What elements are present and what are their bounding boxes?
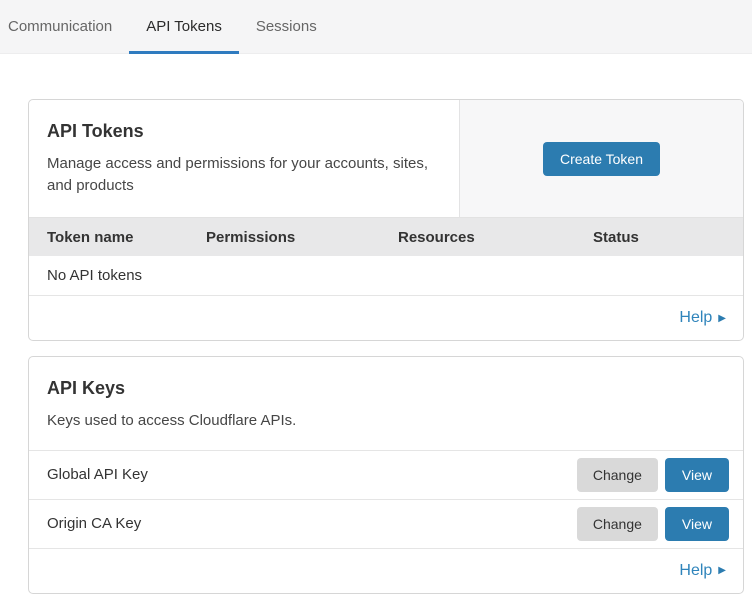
api-tokens-table-body: No API tokens: [29, 256, 743, 296]
empty-tokens-message: No API tokens: [29, 256, 743, 296]
api-tokens-card-footer: Help ▶: [29, 296, 743, 340]
api-keys-help-link[interactable]: Help ▶: [679, 562, 726, 580]
global-api-key-label: Global API Key: [47, 466, 148, 483]
help-arrow-icon: ▶: [718, 313, 726, 324]
api-keys-title: API Keys: [47, 378, 725, 399]
api-tokens-table-head: Token name Permissions Resources Status: [29, 218, 743, 256]
api-tokens-help-label: Help: [679, 309, 712, 327]
api-tokens-header-row: Token name Permissions Resources Status: [29, 218, 743, 256]
api-keys-card-footer: Help ▶: [29, 549, 743, 593]
api-keys-card: API Keys Keys used to access Cloudflare …: [28, 356, 744, 593]
tab-api-tokens-label: API Tokens: [146, 18, 222, 35]
global-api-key-change-button[interactable]: Change: [577, 458, 658, 492]
api-tokens-card: API Tokens Manage access and permissions…: [28, 99, 744, 341]
api-keys-description: Keys used to access Cloudflare APIs.: [47, 410, 457, 432]
origin-ca-key-actions: Change View: [577, 507, 729, 541]
api-keys-help-label: Help: [679, 562, 712, 580]
tab-bar: Communication API Tokens Sessions: [0, 0, 752, 54]
tab-communication[interactable]: Communication: [0, 0, 129, 53]
column-header-resources: Resources: [398, 218, 593, 256]
api-keys-card-header: API Keys Keys used to access Cloudflare …: [29, 357, 743, 450]
api-tokens-card-header: API Tokens Manage access and permissions…: [29, 100, 743, 217]
main-content: API Tokens Manage access and permissions…: [0, 54, 752, 594]
create-token-button[interactable]: Create Token: [543, 142, 660, 176]
origin-ca-key-label: Origin CA Key: [47, 515, 141, 532]
origin-ca-key-view-button[interactable]: View: [665, 507, 729, 541]
api-tokens-header-actions: Create Token: [459, 100, 743, 217]
tab-sessions[interactable]: Sessions: [239, 0, 334, 53]
tab-sessions-label: Sessions: [256, 18, 317, 35]
api-tokens-description: Manage access and permissions for your a…: [47, 153, 441, 197]
column-header-permissions: Permissions: [206, 218, 398, 256]
help-arrow-icon: ▶: [718, 565, 726, 576]
api-tokens-help-link[interactable]: Help ▶: [679, 309, 726, 327]
column-header-status: Status: [593, 218, 743, 256]
tab-api-tokens[interactable]: API Tokens: [129, 0, 239, 53]
column-header-token-name: Token name: [29, 218, 206, 256]
table-row: No API tokens: [29, 256, 743, 296]
api-tokens-table: Token name Permissions Resources Status …: [29, 217, 743, 296]
global-api-key-view-button[interactable]: View: [665, 458, 729, 492]
api-tokens-header-text: API Tokens Manage access and permissions…: [29, 100, 459, 217]
origin-ca-key-change-button[interactable]: Change: [577, 507, 658, 541]
list-item: Global API Key Change View: [29, 451, 743, 500]
list-item: Origin CA Key Change View: [29, 500, 743, 549]
global-api-key-actions: Change View: [577, 458, 729, 492]
api-tokens-title: API Tokens: [47, 121, 441, 142]
tab-communication-label: Communication: [8, 18, 112, 35]
